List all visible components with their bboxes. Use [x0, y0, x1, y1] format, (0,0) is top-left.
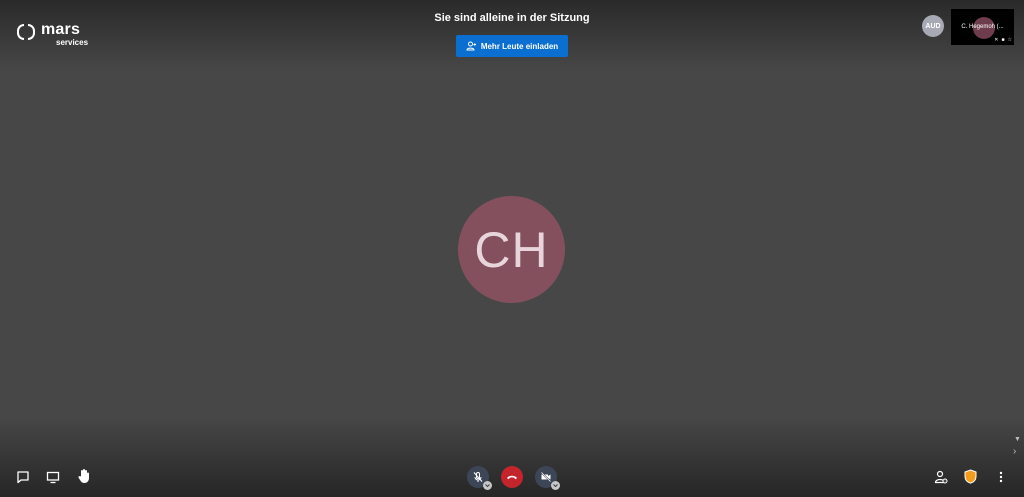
add-person-icon — [466, 41, 476, 51]
chevron-down-icon — [553, 484, 558, 488]
mic-options-badge[interactable] — [483, 481, 492, 490]
security-options-button[interactable] — [964, 469, 977, 484]
brand-logo: mars services — [17, 22, 88, 47]
camera-button[interactable] — [535, 466, 560, 490]
thumbnail-status-icons: ✕ ■ ☆ — [994, 37, 1012, 43]
brand-sub: services — [56, 38, 89, 47]
more-options-icon — [999, 471, 1003, 483]
hangup-button[interactable] — [501, 466, 523, 488]
chevron-down-icon — [485, 484, 490, 488]
screen-share-button[interactable] — [46, 470, 60, 484]
camera-small-icon: ■ — [1001, 37, 1005, 43]
session-notice: Sie sind alleine in der Sitzung — [434, 12, 590, 24]
star-small-icon: ☆ — [1007, 37, 1012, 43]
hangup-icon — [507, 475, 517, 480]
logo-mark-icon — [17, 24, 35, 42]
filmstrip-scrollbar[interactable]: ▼ — [1012, 50, 1024, 445]
main-participant-avatar: CH — [458, 196, 565, 303]
filmstrip-toggle-icon[interactable]: › — [1013, 446, 1016, 457]
microphone-muted-icon — [473, 472, 483, 482]
security-shield-icon — [964, 469, 977, 484]
invite-more-label: Mehr Leute einladen — [480, 41, 559, 51]
participant-avatar-small[interactable]: AUD — [922, 15, 944, 37]
invite-icon — [934, 470, 948, 484]
chat-button[interactable] — [16, 470, 30, 484]
more-options-button[interactable] — [996, 470, 1006, 484]
mic-muted-small-icon: ✕ — [994, 37, 999, 43]
brand-word: mars — [41, 21, 81, 38]
thumbnail-name: C. Hegemoh (... — [961, 24, 1004, 30]
microphone-button[interactable] — [467, 466, 492, 490]
raise-hand-button[interactable] — [77, 468, 91, 484]
chat-icon — [17, 471, 29, 484]
screen-share-icon — [46, 471, 60, 484]
invite-button[interactable] — [934, 470, 948, 484]
invite-more-button[interactable]: Mehr Leute einladen — [456, 35, 568, 57]
participant-thumbnail[interactable]: C. Hegemoh (... ✕ ■ ☆ — [951, 9, 1014, 45]
camera-off-icon — [540, 471, 552, 483]
scroll-down-icon[interactable]: ▼ — [1014, 436, 1021, 443]
raise-hand-icon — [78, 469, 89, 483]
camera-options-badge[interactable] — [551, 481, 560, 490]
